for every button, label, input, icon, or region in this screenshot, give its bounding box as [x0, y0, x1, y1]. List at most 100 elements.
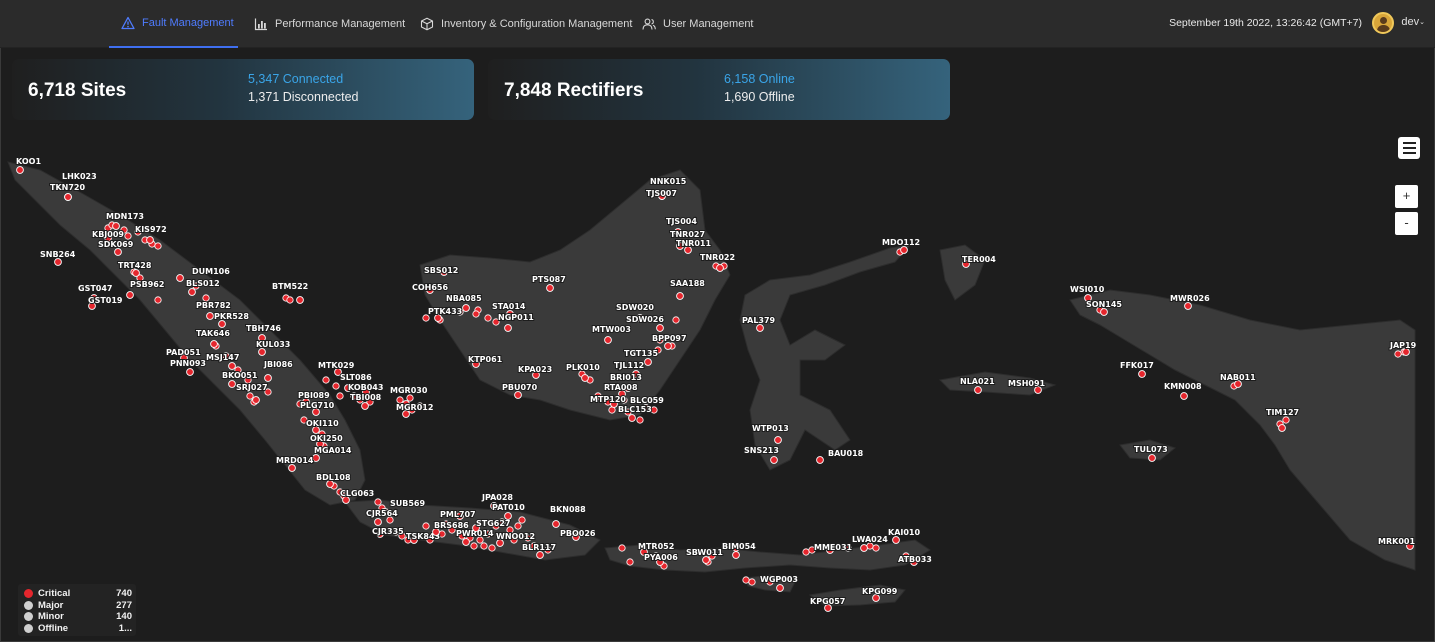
site-marker-cjr335[interactable]: CJR335: [371, 526, 405, 538]
site-marker-snb264[interactable]: SNB264: [39, 249, 77, 266]
zoom-out-button[interactable]: -: [1395, 212, 1418, 235]
site-marker-kpg057[interactable]: KPG057: [809, 596, 846, 612]
map-menu-button[interactable]: [1398, 137, 1420, 159]
site-marker-dot[interactable]: [361, 402, 369, 410]
site-marker-dot[interactable]: [676, 292, 684, 300]
site-marker-sbs012[interactable]: SBS012: [423, 265, 459, 276]
site-marker-dot[interactable]: [732, 551, 740, 559]
site-marker[interactable]: [1282, 416, 1290, 424]
zoom-in-button[interactable]: +: [1395, 185, 1418, 208]
site-marker-dot[interactable]: [702, 556, 710, 564]
site-marker[interactable]: [422, 522, 430, 530]
site-marker[interactable]: [488, 544, 496, 552]
site-marker-pnn093[interactable]: PNN093: [169, 358, 207, 376]
site-marker-mgr012[interactable]: MGR012: [395, 402, 434, 418]
site-marker-dot[interactable]: [252, 396, 260, 404]
site-marker-dot[interactable]: [1100, 308, 1108, 316]
site-marker-dot[interactable]: [860, 544, 868, 552]
site-marker-dot[interactable]: [504, 512, 512, 520]
site-marker-dot[interactable]: [228, 362, 236, 370]
site-marker[interactable]: [618, 544, 626, 552]
legend-item-minor[interactable]: Minor 140: [24, 611, 132, 623]
site-marker[interactable]: [406, 394, 414, 402]
site-marker[interactable]: [484, 314, 492, 322]
site-marker[interactable]: [514, 522, 522, 530]
site-marker-kmn008[interactable]: KMN008: [1163, 381, 1203, 400]
site-marker-dot[interactable]: [1184, 302, 1192, 310]
site-marker[interactable]: [374, 498, 382, 506]
site-marker-dot[interactable]: [770, 456, 778, 464]
site-marker-dot[interactable]: [228, 380, 236, 388]
site-marker-dot[interactable]: [628, 414, 636, 422]
site-marker-dot[interactable]: [756, 324, 764, 332]
site-marker[interactable]: [124, 232, 132, 240]
site-marker-dot[interactable]: [206, 312, 214, 320]
legend-item-major[interactable]: Major 277: [24, 600, 132, 612]
site-marker[interactable]: [472, 310, 480, 318]
site-marker-dot[interactable]: [258, 348, 266, 356]
site-marker-dot[interactable]: [210, 340, 218, 348]
site-marker-dot[interactable]: [774, 436, 782, 444]
site-marker-dot[interactable]: [374, 518, 382, 526]
site-marker-dot[interactable]: [126, 291, 134, 299]
site-marker-dot[interactable]: [462, 538, 470, 546]
site-marker-dot[interactable]: [114, 248, 122, 256]
site-marker-dot[interactable]: [900, 246, 908, 254]
site-marker-dot[interactable]: [1138, 370, 1146, 378]
site-marker-dot[interactable]: [892, 536, 900, 544]
site-map[interactable]: KOO1 LHK023 TKN720 MDN173 KBJ009 KIS972 SDK069…: [0, 130, 1435, 642]
site-marker-dot[interactable]: [546, 284, 554, 292]
site-marker[interactable]: [470, 542, 478, 550]
site-marker-dot[interactable]: [504, 324, 512, 332]
site-marker-tbi008[interactable]: TBI008: [349, 392, 383, 410]
site-marker-dot[interactable]: [218, 320, 226, 328]
site-marker-dot[interactable]: [132, 269, 140, 277]
site-marker[interactable]: [872, 544, 880, 552]
site-marker-dot[interactable]: [1278, 424, 1286, 432]
site-marker-dot[interactable]: [644, 358, 652, 366]
site-marker-dot[interactable]: [1180, 392, 1188, 400]
site-marker-dot[interactable]: [264, 374, 272, 382]
site-marker[interactable]: [626, 558, 634, 566]
site-marker-dot[interactable]: [816, 456, 824, 464]
site-marker-dot[interactable]: [186, 368, 194, 376]
site-marker-dot[interactable]: [112, 222, 120, 230]
legend-item-offline[interactable]: Offline 1...: [24, 623, 132, 635]
site-marker[interactable]: [336, 392, 344, 400]
user-menu-dropdown[interactable]: dev⌄: [1401, 16, 1425, 28]
site-marker-dot[interactable]: [1148, 454, 1156, 462]
site-marker[interactable]: [748, 578, 756, 586]
site-marker-dot[interactable]: [716, 264, 724, 272]
site-marker-dot[interactable]: [552, 520, 560, 528]
site-marker[interactable]: [154, 242, 162, 250]
site-marker[interactable]: [154, 296, 162, 304]
site-marker-dot[interactable]: [16, 166, 24, 174]
legend-item-critical[interactable]: Critical 740: [24, 588, 132, 600]
site-marker-dot[interactable]: [656, 324, 664, 332]
site-marker-dot[interactable]: [64, 193, 72, 201]
site-marker[interactable]: [322, 376, 330, 384]
site-marker-dot[interactable]: [462, 304, 470, 312]
tab-fault-management[interactable]: Fault Management: [109, 0, 238, 48]
site-marker-blc153[interactable]: BLC153: [617, 404, 653, 422]
site-marker-dot[interactable]: [514, 391, 522, 399]
site-marker[interactable]: [802, 548, 810, 556]
site-marker-atb033[interactable]: ATB033: [897, 554, 933, 566]
site-marker-dot[interactable]: [54, 258, 62, 266]
site-marker[interactable]: [1394, 350, 1402, 358]
site-marker-dot[interactable]: [188, 288, 196, 296]
site-marker-dot[interactable]: [664, 342, 672, 350]
tab-performance-management[interactable]: Performance Management: [254, 0, 405, 48]
site-marker-dot[interactable]: [776, 584, 784, 592]
site-marker-tjs007[interactable]: TJS007: [645, 188, 678, 200]
site-marker-coh656[interactable]: COH656: [411, 282, 450, 294]
site-marker-gst019[interactable]: GST019: [87, 295, 124, 310]
site-marker[interactable]: [286, 296, 294, 304]
site-marker-bau018[interactable]: BAU018: [816, 448, 865, 464]
tab-inventory-configuration[interactable]: Inventory & Configuration Management: [420, 0, 632, 48]
site-marker[interactable]: [518, 516, 526, 524]
site-marker-dot[interactable]: [604, 336, 612, 344]
tab-user-management[interactable]: User Management: [642, 0, 754, 48]
site-marker[interactable]: [332, 382, 340, 390]
site-marker-dot[interactable]: [536, 551, 544, 559]
